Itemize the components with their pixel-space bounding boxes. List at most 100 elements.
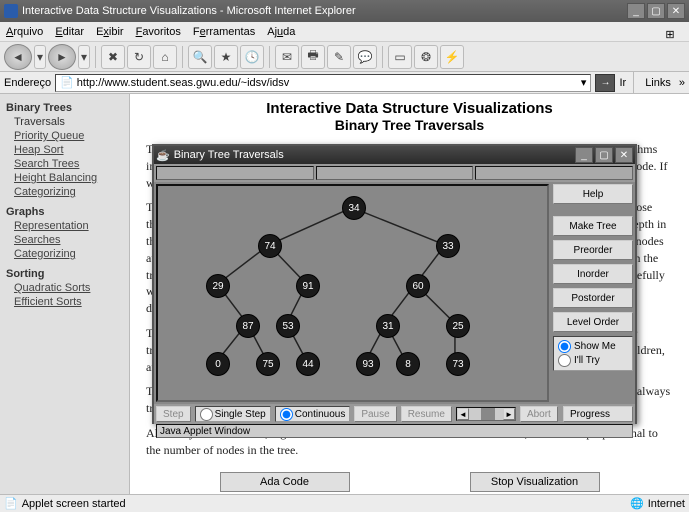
sidebar-item-representation[interactable]: Representation: [14, 220, 123, 232]
sidebar-head-binary-trees: Binary Trees: [6, 102, 123, 114]
sidebar-item-height-balancing[interactable]: Height Balancing: [14, 172, 123, 184]
tree-node: 75: [256, 352, 280, 376]
toolbar-extra-1[interactable]: ▭: [388, 45, 412, 69]
speed-slider[interactable]: ◄►: [456, 407, 516, 421]
search-button[interactable]: 🔍: [188, 45, 212, 69]
refresh-button[interactable]: ↻: [127, 45, 151, 69]
sidebar-item-priority-queue[interactable]: Priority Queue: [14, 130, 123, 142]
ada-code-button[interactable]: Ada Code: [220, 472, 350, 492]
sidebar-item-efficient-sorts[interactable]: Efficient Sorts: [14, 296, 123, 308]
links-chevron[interactable]: »: [679, 77, 685, 89]
sidebar-item-categorizing-bt[interactable]: Categorizing: [14, 186, 123, 198]
minimize-button[interactable]: _: [627, 3, 645, 19]
tree-node: 60: [406, 274, 430, 298]
home-button[interactable]: ⌂: [153, 45, 177, 69]
address-label: Endereço: [4, 77, 51, 89]
show-me-radio[interactable]: Show Me: [558, 340, 628, 353]
tree-node: 33: [436, 234, 460, 258]
address-input[interactable]: 📄 http://www.student.seas.gwu.edu/~idsv/…: [55, 74, 591, 92]
tree-node: 34: [342, 196, 366, 220]
address-bar: Endereço 📄 http://www.student.seas.gwu.e…: [0, 72, 689, 94]
applet-close-button[interactable]: ✕: [615, 147, 633, 163]
progress-button[interactable]: Progress: [563, 406, 633, 422]
abort-button[interactable]: Abort: [520, 406, 558, 422]
sidebar-head-sorting: Sorting: [6, 268, 123, 280]
applet-info-bar: [156, 166, 633, 180]
applet-status: Java Applet Window: [156, 424, 633, 438]
sidebar-item-heap-sort[interactable]: Heap Sort: [14, 144, 123, 156]
ie-icon: [4, 4, 18, 18]
go-label: Ir: [619, 77, 626, 89]
discuss-button[interactable]: 💬: [353, 45, 377, 69]
maximize-button[interactable]: ▢: [647, 3, 665, 19]
tree-node: 25: [446, 314, 470, 338]
sidebar-item-traversals[interactable]: Traversals: [14, 116, 123, 128]
history-button[interactable]: 🕓: [240, 45, 264, 69]
page-icon: 📄: [60, 76, 74, 89]
sidebar-item-quadratic-sorts[interactable]: Quadratic Sorts: [14, 282, 123, 294]
window-title: Interactive Data Structure Visualization…: [22, 5, 356, 17]
toolbar-extra-2[interactable]: ❂: [414, 45, 438, 69]
sidebar-item-searches[interactable]: Searches: [14, 234, 123, 246]
menu-arquivo[interactable]: Arquivo: [6, 26, 43, 38]
continuous-radio[interactable]: Continuous: [275, 406, 351, 422]
address-dropdown-icon[interactable]: ▾: [581, 76, 587, 89]
zone-globe-icon: 🌐: [630, 497, 644, 510]
stop-button[interactable]: ✖: [101, 45, 125, 69]
tree-node: 93: [356, 352, 380, 376]
go-button[interactable]: →: [595, 74, 615, 92]
resume-button[interactable]: Resume: [401, 406, 452, 422]
applet-minimize-button[interactable]: _: [575, 147, 593, 163]
menu-editar[interactable]: Editar: [55, 26, 84, 38]
print-button[interactable]: 🖶: [301, 45, 325, 69]
stop-visualization-button[interactable]: Stop Visualization: [470, 472, 600, 492]
menu-ferramentas[interactable]: Ferramentas: [193, 26, 255, 38]
step-button[interactable]: Step: [156, 406, 191, 422]
tree-node: 31: [376, 314, 400, 338]
slider-thumb[interactable]: [481, 408, 495, 420]
favorites-button[interactable]: ★: [214, 45, 238, 69]
applet-controls: Help Make Tree Preorder Inorder Postorde…: [551, 182, 635, 404]
tree-node: 91: [296, 274, 320, 298]
menu-favoritos[interactable]: Favoritos: [136, 26, 181, 38]
tree-node: 87: [236, 314, 260, 338]
mail-button[interactable]: ✉: [275, 45, 299, 69]
forward-dropdown[interactable]: ▾: [78, 45, 90, 69]
links-label[interactable]: Links: [641, 77, 675, 89]
sidebar-item-search-trees[interactable]: Search Trees: [14, 158, 123, 170]
forward-button[interactable]: ►: [48, 44, 76, 70]
slider-right-arrow[interactable]: ►: [503, 408, 515, 420]
address-url: http://www.student.seas.gwu.edu/~idsv/id…: [77, 77, 289, 89]
applet-maximize-button[interactable]: ▢: [595, 147, 613, 163]
pause-button[interactable]: Pause: [354, 406, 396, 422]
window-titlebar: Interactive Data Structure Visualization…: [0, 0, 689, 22]
ill-try-radio[interactable]: I'll Try: [558, 354, 628, 367]
toolbar-extra-3[interactable]: ⚡: [440, 45, 464, 69]
sidebar-item-categorizing-g[interactable]: Categorizing: [14, 248, 123, 260]
back-button[interactable]: ◄: [4, 44, 32, 70]
tree-node: 29: [206, 274, 230, 298]
menubar: Arquivo Editar Exibir Favoritos Ferramen…: [0, 22, 689, 42]
status-text: Applet screen started: [22, 498, 126, 510]
single-step-radio[interactable]: Single Step: [195, 406, 271, 422]
mode-radio-group: Show Me I'll Try: [553, 336, 633, 371]
help-button[interactable]: Help: [553, 184, 633, 204]
tree-node: 73: [446, 352, 470, 376]
make-tree-button[interactable]: Make Tree: [553, 216, 633, 236]
menu-ajuda[interactable]: Ajuda: [267, 26, 295, 38]
close-button[interactable]: ✕: [667, 3, 685, 19]
sidebar-head-graphs: Graphs: [6, 206, 123, 218]
page-heading-1: Interactive Data Structure Visualization…: [146, 100, 673, 117]
preorder-button[interactable]: Preorder: [553, 240, 633, 260]
inorder-button[interactable]: Inorder: [553, 264, 633, 284]
slider-left-arrow[interactable]: ◄: [457, 408, 469, 420]
tree-node: 44: [296, 352, 320, 376]
back-dropdown[interactable]: ▾: [34, 45, 46, 69]
tree-canvas: 34 74 33 29 91 60 87 53 31 25 0 75 44 93…: [156, 184, 549, 402]
page-heading-2: Binary Tree Traversals: [146, 117, 673, 133]
postorder-button[interactable]: Postorder: [553, 288, 633, 308]
browser-statusbar: 📄 Applet screen started 🌐 Internet: [0, 494, 689, 512]
menu-exibir[interactable]: Exibir: [96, 26, 124, 38]
edit-button[interactable]: ✎: [327, 45, 351, 69]
level-order-button[interactable]: Level Order: [553, 312, 633, 332]
